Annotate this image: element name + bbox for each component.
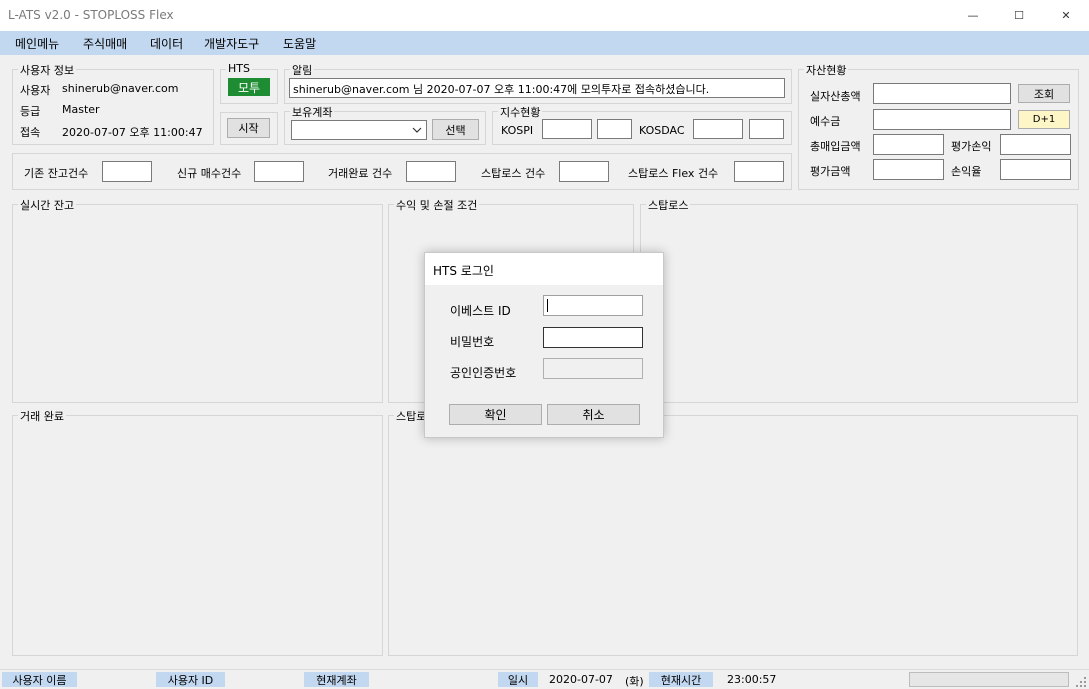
maximize-button[interactable]: ☐ bbox=[996, 0, 1042, 31]
password-input[interactable] bbox=[543, 327, 643, 348]
cert-password-label: 공인인증번호 bbox=[450, 366, 517, 380]
cancel-button[interactable]: 취소 bbox=[547, 404, 640, 425]
account-title: 보유계좌 bbox=[290, 104, 335, 120]
new-buy-count-label: 신규 매수건수 bbox=[177, 167, 242, 180]
trade-done-title: 거래 완료 bbox=[18, 408, 66, 424]
minimize-button[interactable]: — bbox=[950, 0, 996, 31]
status-time-label: 현재시간 bbox=[649, 672, 713, 687]
text-cursor bbox=[547, 299, 548, 312]
kosdac-value-field[interactable] bbox=[693, 119, 743, 139]
kosdac-label: KOSDAC bbox=[639, 124, 685, 137]
status-date-value: 2020-07-07 bbox=[549, 673, 613, 686]
ok-button[interactable]: 확인 bbox=[449, 404, 542, 425]
account-select-button[interactable]: 선택 bbox=[432, 119, 479, 140]
new-buy-count-field[interactable] bbox=[254, 161, 304, 182]
index-title: 지수현황 bbox=[498, 104, 543, 120]
total-assets-field[interactable] bbox=[873, 83, 1011, 104]
buy-total-label: 총매입금액 bbox=[810, 140, 861, 153]
alert-message: shinerub@naver.com 님 2020-07-07 오후 11:00… bbox=[289, 78, 785, 98]
stoploss-flex-count-field[interactable] bbox=[734, 161, 784, 182]
hts-login-dialog: HTS 로그인 이베스트 ID 비밀번호 공인인증번호 확인 취소 bbox=[424, 252, 664, 438]
account-select[interactable] bbox=[291, 120, 427, 140]
close-icon: ✕ bbox=[1061, 9, 1071, 22]
connection-label: 접속 bbox=[20, 126, 41, 139]
base-balance-count-field[interactable] bbox=[102, 161, 152, 182]
kospi-label: KOSPI bbox=[501, 124, 534, 137]
start-button[interactable]: 시작 bbox=[227, 118, 270, 138]
d-plus-one-button[interactable]: D+1 bbox=[1018, 110, 1070, 129]
total-assets-label: 실자산총액 bbox=[810, 90, 861, 103]
user-value: shinerub@naver.com bbox=[62, 82, 179, 95]
connection-value: 2020-07-07 오후 11:00:47 bbox=[62, 126, 203, 139]
realtime-balance-panel[interactable] bbox=[12, 204, 383, 403]
user-label: 사용자 bbox=[20, 84, 51, 97]
id-label: 이베스트 ID bbox=[450, 304, 511, 318]
status-weekday: (화) bbox=[625, 675, 644, 688]
menu-data[interactable]: 데이터 bbox=[150, 35, 183, 52]
password-label: 비밀번호 bbox=[450, 335, 495, 349]
deposit-label: 예수금 bbox=[810, 115, 841, 128]
assets-title: 자산현황 bbox=[804, 62, 849, 78]
kospi-value-field[interactable] bbox=[542, 119, 592, 139]
grade-label: 등급 bbox=[20, 105, 41, 118]
profit-loss-condition-title: 수익 및 손절 조건 bbox=[394, 197, 480, 213]
resize-grip-icon[interactable] bbox=[1075, 676, 1087, 688]
pl-rate-field[interactable] bbox=[1000, 159, 1071, 180]
eval-amount-field[interactable] bbox=[873, 159, 944, 180]
hts-title: HTS bbox=[226, 62, 252, 75]
chevron-down-icon bbox=[412, 127, 422, 133]
hts-mode-badge: 모투 bbox=[228, 78, 270, 96]
pl-rate-label: 손익율 bbox=[951, 165, 982, 178]
stoploss-count-field[interactable] bbox=[559, 161, 609, 182]
status-time-value: 23:00:57 bbox=[727, 673, 777, 686]
trade-done-count-label: 거래완료 건수 bbox=[328, 167, 393, 180]
status-user-id-label: 사용자 ID bbox=[156, 672, 225, 687]
window-title: L-ATS v2.0 - STOPLOSS Flex bbox=[8, 8, 174, 22]
maximize-icon: ☐ bbox=[1014, 9, 1024, 22]
eval-pl-field[interactable] bbox=[1000, 134, 1071, 155]
trade-done-count-field[interactable] bbox=[406, 161, 456, 182]
stoploss-panel[interactable] bbox=[640, 204, 1078, 403]
close-button[interactable]: ✕ bbox=[1043, 0, 1089, 31]
dialog-title: HTS 로그인 bbox=[433, 264, 494, 278]
buy-total-field[interactable] bbox=[873, 134, 944, 155]
stoploss-flex-count-label: 스탑로스 Flex 건수 bbox=[628, 167, 719, 180]
eval-amount-label: 평가금액 bbox=[810, 165, 851, 178]
menu-help[interactable]: 도움말 bbox=[283, 35, 316, 52]
query-button[interactable]: 조회 bbox=[1018, 84, 1070, 103]
status-user-name-label: 사용자 이름 bbox=[2, 672, 77, 687]
grade-value: Master bbox=[62, 103, 100, 116]
menu-main[interactable]: 메인메뉴 bbox=[15, 35, 59, 52]
eval-pl-label: 평가손익 bbox=[951, 140, 992, 153]
stoploss-count-label: 스탑로스 건수 bbox=[481, 167, 546, 180]
kospi-change-field[interactable] bbox=[597, 119, 632, 139]
stoploss-detail-panel[interactable] bbox=[388, 415, 1078, 656]
stoploss-title: 스탑로스 bbox=[646, 197, 691, 213]
deposit-field[interactable] bbox=[873, 109, 1011, 130]
menu-developer-tools[interactable]: 개발자도구 bbox=[204, 35, 259, 52]
minimize-icon: — bbox=[967, 9, 979, 22]
id-input[interactable] bbox=[543, 295, 643, 316]
user-info-title: 사용자 정보 bbox=[18, 62, 77, 78]
status-date-label: 일시 bbox=[498, 672, 538, 687]
kosdac-change-field[interactable] bbox=[749, 119, 784, 139]
trade-done-panel[interactable] bbox=[12, 415, 383, 656]
base-balance-count-label: 기존 잔고건수 bbox=[24, 167, 89, 180]
alert-title: 알림 bbox=[290, 62, 315, 78]
realtime-balance-title: 실시간 잔고 bbox=[18, 197, 77, 213]
status-progress-bar bbox=[909, 672, 1069, 687]
menu-stock-trading[interactable]: 주식매매 bbox=[83, 35, 127, 52]
status-account-label: 현재계좌 bbox=[304, 672, 369, 687]
cert-password-input[interactable] bbox=[543, 358, 643, 379]
